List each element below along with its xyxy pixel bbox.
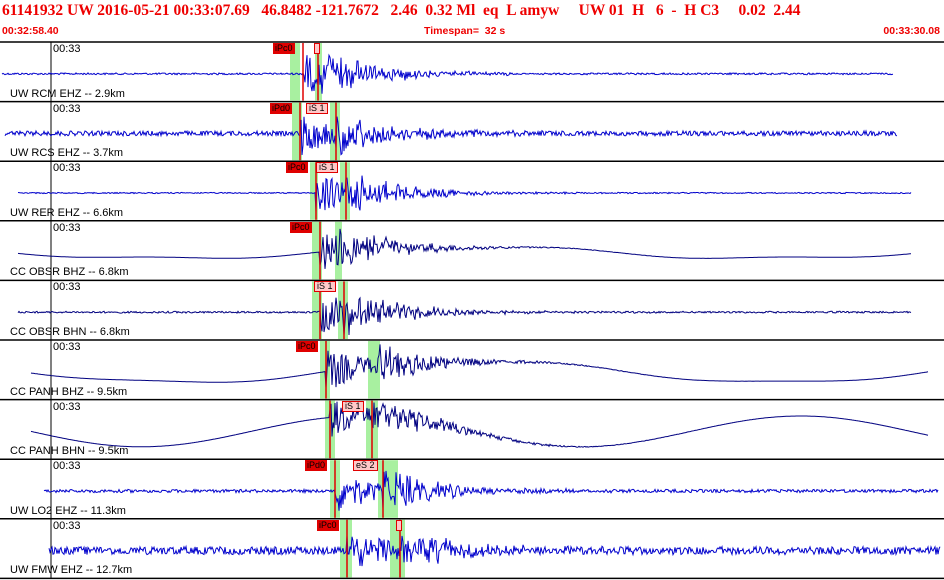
station-label: UW RER EHZ -- 6.6km [10,206,124,219]
station-label: CC PANH BHN -- 9.5km [10,445,129,458]
station-label: CC PANH BHZ -- 9.5km [10,385,128,398]
seismogram-panel[interactable] [0,0,944,580]
p-pick-label[interactable]: iPc0 [273,43,295,54]
s-pick-label[interactable]: iS 1 [314,281,336,293]
waveform [17,228,912,269]
trace-row[interactable] [0,340,944,401]
minute-label: 00:33 [53,162,81,175]
s-pick-label[interactable] [314,43,320,54]
minute-label: 00:33 [53,43,81,55]
p-pick-label[interactable]: iPd0 [305,460,328,472]
waveform [48,535,941,567]
station-label: UW LO2 EHZ -- 11.3km [10,504,126,517]
s-pick-label[interactable]: eS 2 [353,460,378,472]
station-label: UW RCM EHZ -- 2.9km [10,87,125,100]
waveform [1,53,894,94]
s-pick-label[interactable] [396,519,402,531]
minute-label: 00:33 [53,400,81,413]
p-pick-label[interactable]: iPc0 [290,221,312,233]
station-label: CC OBSR BHN -- 6.8km [10,326,130,338]
pick-window [368,341,380,399]
waveform [17,175,912,212]
station-label: UW RCS EHZ -- 3.7km [10,147,124,160]
trace-row[interactable] [0,161,944,222]
minute-label: 00:33 [53,221,81,234]
minute-label: 00:33 [53,341,81,353]
trace-row[interactable] [0,459,944,520]
trace-row[interactable] [0,41,944,103]
minute-label: 00:33 [53,102,81,115]
minute-label: 00:33 [53,281,81,294]
minute-label: 00:33 [53,519,81,532]
trace-row[interactable] [0,220,944,282]
station-label: CC OBSR BHZ -- 6.8km [10,266,129,279]
station-label: UW FMW EHZ -- 12.7km [10,564,133,577]
waveform [4,116,898,156]
trace-row[interactable] [0,399,944,460]
waveform [17,296,912,336]
s-pick-label[interactable]: iS 1 [306,102,328,114]
trace-row[interactable] [0,280,944,341]
s-pick-label[interactable]: iS 1 [342,400,364,412]
waveform [43,470,939,511]
waveform [30,344,929,388]
trace-row[interactable] [0,101,944,162]
minute-label: 00:33 [53,460,81,473]
p-pick-label[interactable]: iPc0 [317,519,339,531]
waveform [30,401,929,448]
pick-window [320,341,330,399]
p-pick-label[interactable]: iPc0 [286,162,308,174]
trace-row[interactable] [0,518,944,580]
s-pick-label[interactable]: iS 1 [316,162,338,174]
p-pick-label[interactable]: iPd0 [270,102,293,114]
p-pick-label[interactable]: iPc0 [296,341,318,352]
